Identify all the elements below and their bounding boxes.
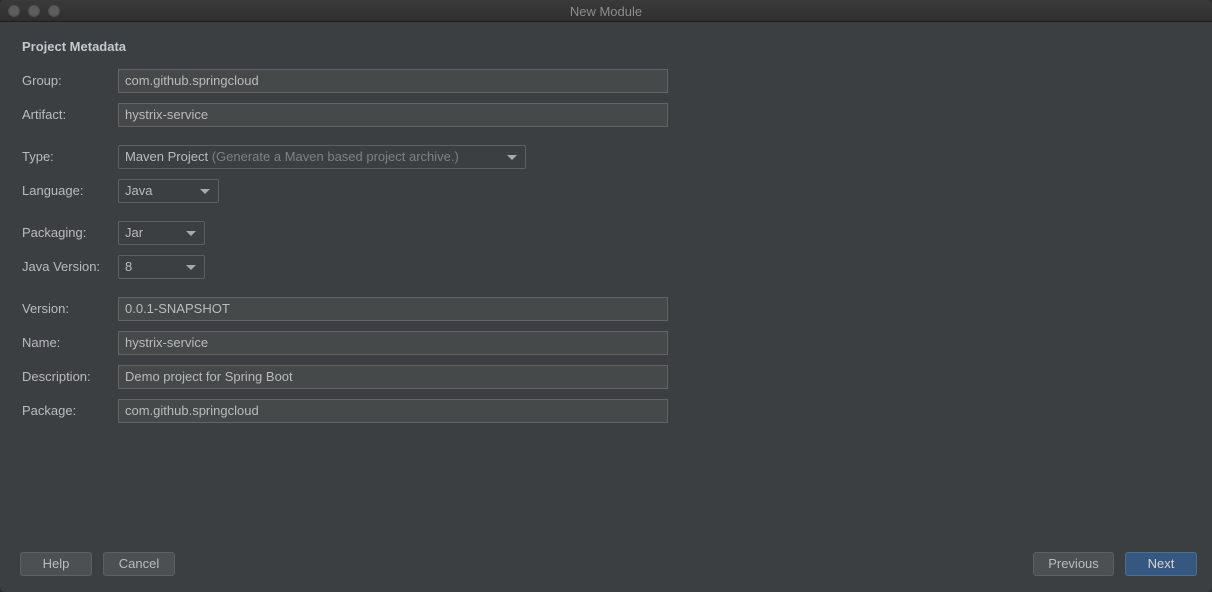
language-label: Language:: [22, 183, 84, 198]
package-field[interactable]: com.github.springcloud: [118, 399, 668, 423]
java-version-dropdown[interactable]: 8: [118, 255, 205, 279]
chevron-down-icon: [507, 155, 517, 160]
chevron-down-icon: [186, 231, 196, 236]
package-label: Package:: [22, 403, 77, 418]
version-label: Version:: [22, 301, 69, 316]
section-title: Project Metadata: [22, 39, 127, 54]
type-value: Maven Project: [125, 149, 209, 164]
artifact-field[interactable]: hystrix-service: [118, 103, 668, 127]
cancel-button[interactable]: Cancel: [103, 552, 175, 576]
packaging-value: Jar: [125, 225, 144, 240]
next-button[interactable]: Next: [1125, 552, 1197, 576]
language-value: Java: [125, 183, 153, 198]
name-field[interactable]: hystrix-service: [118, 331, 668, 355]
java-version-value: 8: [125, 259, 133, 274]
java-version-label: Java Version:: [22, 259, 101, 274]
version-field[interactable]: 0.0.1-SNAPSHOT: [118, 297, 668, 321]
description-label: Description:: [22, 369, 91, 384]
help-button[interactable]: Help: [20, 552, 92, 576]
type-label: Type:: [22, 149, 54, 164]
group-label: Group:: [22, 73, 62, 88]
language-dropdown[interactable]: Java: [118, 179, 219, 203]
type-dropdown[interactable]: Maven Project (Generate a Maven based pr…: [118, 145, 526, 169]
packaging-label: Packaging:: [22, 225, 87, 240]
name-label: Name:: [22, 335, 61, 350]
title-bar: New Module: [0, 0, 1212, 22]
new-module-dialog: New Module Project Metadata Group: com.g…: [0, 0, 1212, 592]
description-field[interactable]: Demo project for Spring Boot: [118, 365, 668, 389]
previous-button[interactable]: Previous: [1033, 552, 1114, 576]
group-field[interactable]: com.github.springcloud: [118, 69, 668, 93]
chevron-down-icon: [186, 265, 196, 270]
artifact-label: Artifact:: [22, 107, 67, 122]
type-hint: (Generate a Maven based project archive.…: [211, 149, 459, 164]
window-title: New Module: [569, 4, 643, 19]
packaging-dropdown[interactable]: Jar: [118, 221, 205, 245]
chevron-down-icon: [200, 189, 210, 194]
